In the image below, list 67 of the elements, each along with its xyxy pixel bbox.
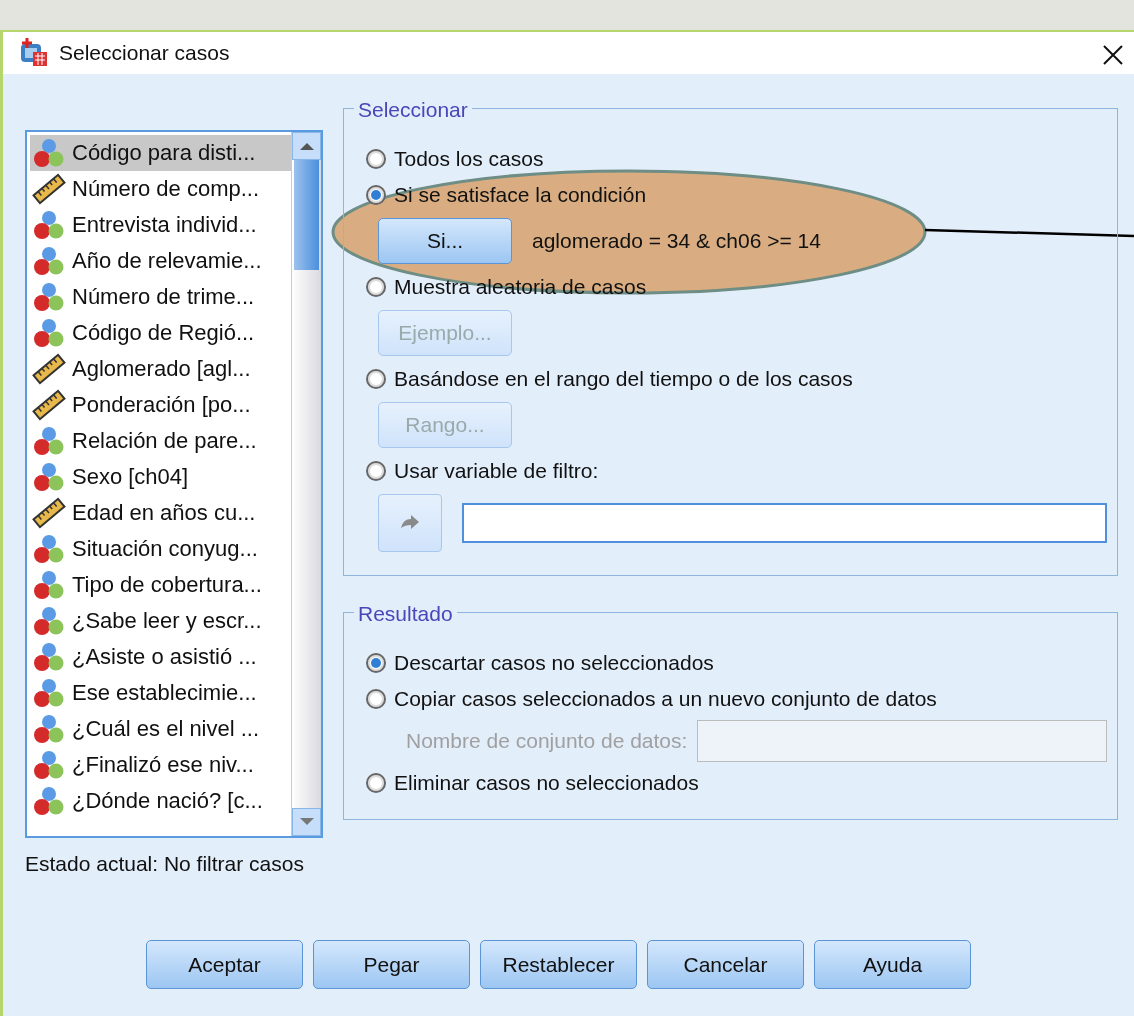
dialog-button[interactable]: Pegar <box>313 939 470 989</box>
radio-button[interactable] <box>366 277 386 297</box>
radio-button[interactable] <box>366 773 386 793</box>
radio-label[interactable]: Todos los casos <box>394 143 544 175</box>
nominal-icon <box>32 713 66 745</box>
radio-label[interactable]: Si se satisface la condición <box>394 179 647 211</box>
variable-item[interactable]: Número de comp... <box>30 171 291 207</box>
dataset-name-label: Nombre de conjunto de datos: <box>406 728 688 755</box>
variable-item[interactable]: Número de trime... <box>30 279 291 315</box>
nominal-icon <box>32 749 66 781</box>
nominal-icon <box>32 425 66 457</box>
scroll-down-icon[interactable] <box>292 808 321 836</box>
arrow-icon <box>399 514 421 532</box>
filter-variable-field[interactable] <box>462 503 1107 543</box>
nominal-icon <box>32 605 66 637</box>
variable-list[interactable] <box>25 130 323 838</box>
variable-item[interactable]: Sexo [ch04] <box>30 459 291 495</box>
radio-label[interactable]: Descartar casos no seleccionados <box>394 647 714 679</box>
nominal-icon <box>32 317 66 349</box>
nominal-icon <box>32 137 66 169</box>
nominal-icon <box>32 677 66 709</box>
scrollbar[interactable] <box>291 132 321 836</box>
nominal-icon <box>32 461 66 493</box>
variable-item[interactable]: Situación conyug... <box>30 531 291 567</box>
radio-button[interactable] <box>366 653 386 673</box>
variable-item[interactable]: ¿Cuál es el nivel ... <box>30 711 291 747</box>
variable-item[interactable]: Tipo de cobertura... <box>30 567 291 603</box>
nominal-icon <box>32 245 66 277</box>
variable-item[interactable]: ¿Dónde nació? [c... <box>30 783 291 819</box>
variable-item[interactable]: Ponderación [po... <box>30 387 291 423</box>
status-text: Estado actual: No filtrar casos <box>25 852 304 875</box>
nominal-icon <box>32 533 66 565</box>
radio-button[interactable] <box>366 149 386 169</box>
variable-item[interactable]: Aglomerado [agl... <box>30 351 291 387</box>
variable-item[interactable]: Ese establecimie... <box>30 675 291 711</box>
nominal-icon <box>32 641 66 673</box>
variable-item[interactable]: Entrevista individ... <box>30 207 291 243</box>
variable-item[interactable]: ¿Sabe leer y escr... <box>30 603 291 639</box>
nominal-icon <box>32 785 66 817</box>
nominal-icon <box>32 209 66 241</box>
variable-item[interactable]: ¿Asiste o asistió ... <box>30 639 291 675</box>
dialog-button[interactable]: Restablecer <box>480 939 637 989</box>
dialog-button[interactable]: Ayuda <box>814 939 971 989</box>
radio-label[interactable]: Eliminar casos no seleccionados <box>394 767 699 799</box>
dialog-button[interactable]: Aceptar <box>146 939 303 989</box>
variable-item[interactable]: Código de Regió... <box>30 315 291 351</box>
dialog-button[interactable]: Cancelar <box>647 939 804 989</box>
condition-text: aglomerado = 34 & ch06 >= 14 <box>532 228 821 255</box>
dataset-name-field[interactable] <box>697 720 1107 762</box>
radio-label[interactable]: Basándose en el rango del tiempo o de los casos <box>394 363 853 395</box>
radio-button[interactable] <box>366 369 386 389</box>
nominal-icon <box>32 569 66 601</box>
variable-item[interactable]: Relación de pare... <box>30 423 291 459</box>
nominal-icon <box>32 281 66 313</box>
app-icon <box>19 38 49 68</box>
variable-item[interactable]: Código para disti... <box>30 135 291 171</box>
condition-button[interactable]: Si... <box>378 218 512 264</box>
scroll-thumb[interactable] <box>294 160 319 270</box>
radio-button[interactable] <box>366 461 386 481</box>
window-title: Seleccionar casos <box>59 40 230 67</box>
radio-button[interactable] <box>366 185 386 205</box>
variable-item[interactable]: Año de relevamie... <box>30 243 291 279</box>
scroll-up-icon[interactable] <box>292 132 321 160</box>
radio-label[interactable]: Usar variable de filtro: <box>394 455 599 487</box>
move-button[interactable] <box>378 494 442 552</box>
variable-item[interactable]: ¿Finalizó ese niv... <box>30 747 291 783</box>
variable-item[interactable]: Edad en años cu... <box>30 495 291 531</box>
